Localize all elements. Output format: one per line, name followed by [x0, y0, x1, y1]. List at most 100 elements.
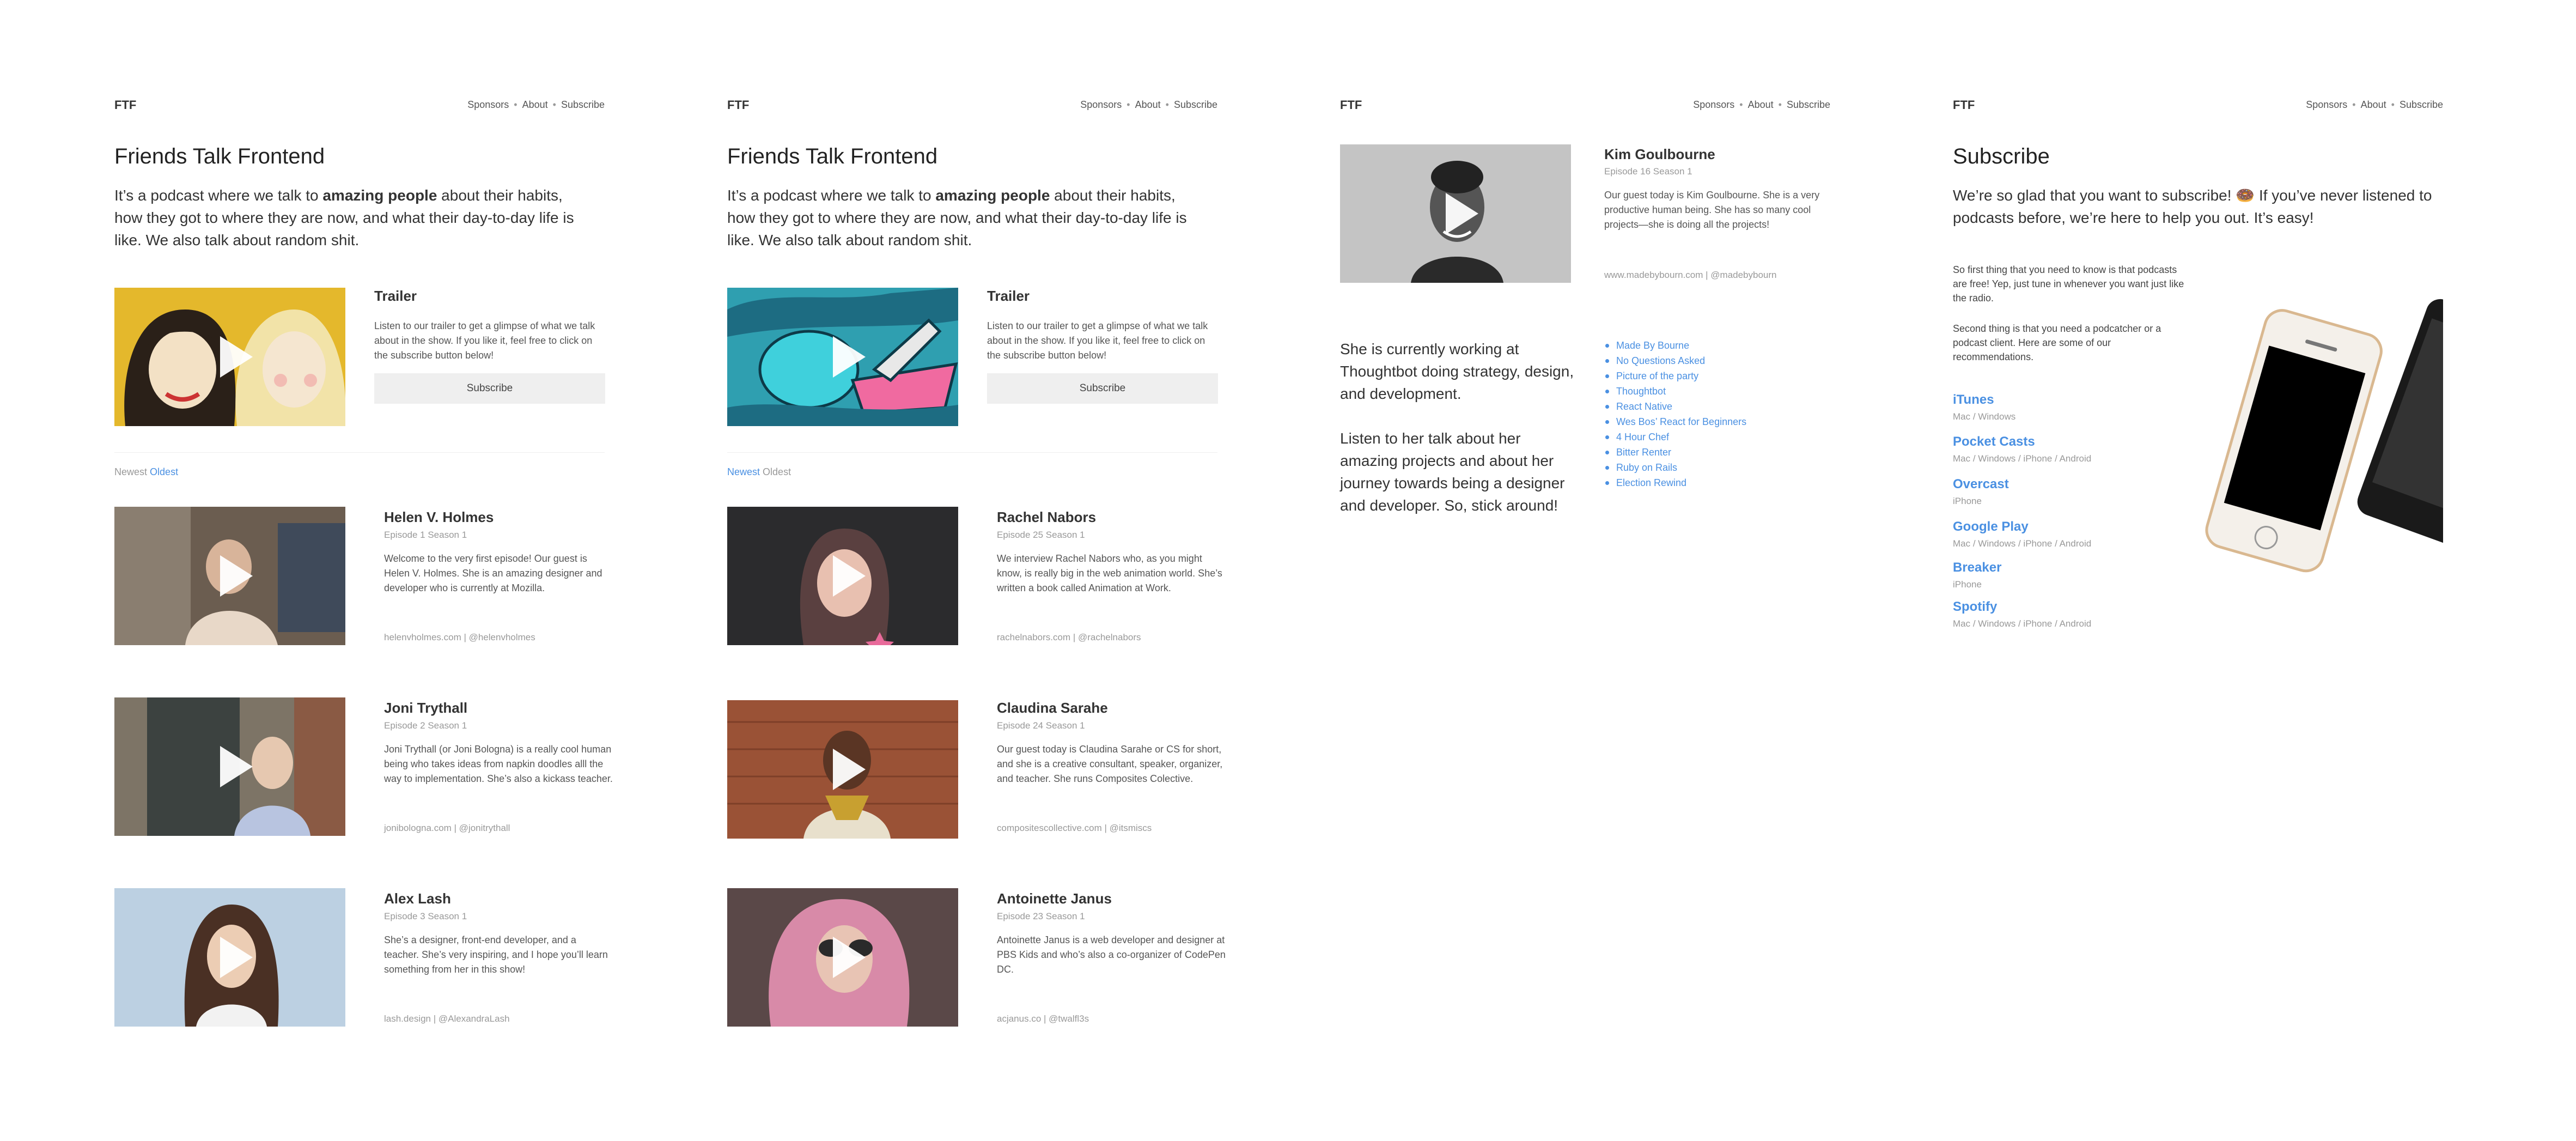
- episode-player[interactable]: [1340, 144, 1571, 283]
- subscribe-intro: We’re so glad that you want to subscribe…: [1953, 187, 2432, 226]
- app-platforms: Mac / Windows / iPhone / Android: [1953, 453, 2092, 464]
- episode-meta: Episode 3 Season 1: [384, 911, 467, 921]
- episode-description: Our guest today is Claudina Sarahe or CS…: [997, 744, 1223, 784]
- nav-sponsors[interactable]: Sponsors: [467, 99, 509, 111]
- nav-sponsors[interactable]: Sponsors: [1080, 99, 1122, 111]
- panel-home-newest: FTF Sponsors • About • Subscribe Friends T…: [727, 0, 1226, 1141]
- nav-about[interactable]: About: [1135, 99, 1161, 111]
- phone-image: [2205, 299, 2443, 573]
- episode-thumbnail[interactable]: [114, 888, 345, 1027]
- episode-links[interactable]: lash.design | @AlexandraLash: [384, 1013, 510, 1024]
- play-icon[interactable]: [220, 746, 253, 787]
- app-link-google-play[interactable]: Google Play: [1953, 519, 2029, 535]
- subscribe-button[interactable]: Subscribe: [374, 373, 605, 404]
- episode-title[interactable]: Helen V. Holmes: [384, 509, 494, 526]
- sort-newest[interactable]: Newest: [727, 466, 760, 477]
- project-link[interactable]: Ruby on Rails: [1604, 460, 1746, 475]
- divider: [114, 452, 605, 453]
- episode-title[interactable]: Claudina Sarahe: [997, 700, 1108, 717]
- sort-oldest[interactable]: Oldest: [150, 466, 178, 477]
- play-icon[interactable]: [833, 937, 866, 978]
- page-title: Subscribe: [1953, 144, 2050, 168]
- nav-subscribe[interactable]: Subscribe: [2400, 99, 2443, 111]
- site-logo[interactable]: FTF: [114, 98, 136, 112]
- sort-toggle: Newest Oldest: [114, 466, 178, 478]
- app-link-pocket-casts[interactable]: Pocket Casts: [1953, 434, 2035, 450]
- guest-links[interactable]: www.madebybourn.com | @madebybourn: [1604, 270, 1777, 281]
- app-link-overcast[interactable]: Overcast: [1953, 477, 2009, 492]
- app-link-breaker[interactable]: Breaker: [1953, 560, 2001, 575]
- site-logo[interactable]: FTF: [1340, 98, 1362, 112]
- project-link[interactable]: No Questions Asked: [1604, 353, 1746, 368]
- about-paragraph: Listen to her talk about her amazing pro…: [1340, 430, 1565, 514]
- project-links: Made By Bourne No Questions Asked Pictur…: [1604, 338, 1746, 490]
- nav-about[interactable]: About: [522, 99, 548, 111]
- site-logo[interactable]: FTF: [1953, 98, 1975, 112]
- episode-links[interactable]: rachelnabors.com | @rachelnabors: [997, 632, 1141, 643]
- intro-highlight: amazing people: [935, 187, 1050, 204]
- episode-links[interactable]: jonibologna.com | @jonitrythall: [384, 823, 510, 834]
- nav-separator: •: [1778, 99, 1782, 110]
- project-link[interactable]: Made By Bourne: [1604, 338, 1746, 353]
- play-icon[interactable]: [833, 749, 866, 790]
- project-link[interactable]: Picture of the party: [1604, 368, 1746, 384]
- nav-subscribe[interactable]: Subscribe: [1174, 99, 1217, 111]
- episode-title[interactable]: Rachel Nabors: [997, 509, 1096, 526]
- episode-title[interactable]: Joni Trythall: [384, 700, 467, 717]
- episode-description: Welcome to the very first episode! Our g…: [384, 553, 602, 593]
- trailer-thumbnail[interactable]: [114, 288, 345, 426]
- sort-oldest[interactable]: Oldest: [763, 466, 791, 477]
- app-link-spotify[interactable]: Spotify: [1953, 599, 1997, 615]
- about-paragraph: She is currently working at Thoughtbot d…: [1340, 341, 1574, 402]
- nav-separator: •: [552, 99, 556, 110]
- play-icon[interactable]: [220, 336, 253, 378]
- nav-subscribe[interactable]: Subscribe: [561, 99, 605, 111]
- trailer-title: Trailer: [987, 288, 1030, 304]
- nav-separator: •: [2352, 99, 2356, 110]
- play-icon[interactable]: [833, 555, 866, 597]
- nav-separator: •: [1126, 99, 1130, 110]
- episode-thumbnail[interactable]: [727, 700, 958, 839]
- episode-links[interactable]: acjanus.co | @twalfl3s: [997, 1013, 1089, 1024]
- panel-home-oldest: FTF Sponsors • About • Subscribe Friends T…: [114, 0, 613, 1141]
- episode-title[interactable]: Antoinette Janus: [997, 890, 1112, 907]
- episode-thumbnail[interactable]: [727, 888, 958, 1027]
- nav-about[interactable]: About: [2361, 99, 2386, 111]
- guest-about: She is currently working at Thoughtbot d…: [1340, 338, 1574, 517]
- play-icon[interactable]: [220, 555, 253, 597]
- intro-part: It’s a podcast where we talk to: [727, 187, 936, 204]
- app-link-itunes[interactable]: iTunes: [1953, 392, 1994, 408]
- nav-sponsors[interactable]: Sponsors: [1693, 99, 1734, 111]
- nav-subscribe[interactable]: Subscribe: [1787, 99, 1830, 111]
- episode-title[interactable]: Alex Lash: [384, 890, 451, 907]
- episode-links[interactable]: compositescollective.com | @itsmiscs: [997, 823, 1152, 834]
- project-link[interactable]: Wes Bos’ React for Beginners: [1604, 414, 1746, 429]
- play-icon[interactable]: [833, 336, 866, 378]
- trailer-thumbnail[interactable]: [727, 288, 958, 426]
- project-link[interactable]: Election Rewind: [1604, 475, 1746, 490]
- project-link[interactable]: 4 Hour Chef: [1604, 429, 1746, 445]
- site-logo[interactable]: FTF: [727, 98, 749, 112]
- play-icon[interactable]: [220, 937, 253, 978]
- project-link[interactable]: Thoughtbot: [1604, 384, 1746, 399]
- episode-thumbnail[interactable]: [114, 507, 345, 645]
- sort-newest[interactable]: Newest: [114, 466, 147, 477]
- trailer-description: Listen to our trailer to get a glimpse o…: [374, 320, 595, 361]
- panel-episode-detail: FTF Sponsors • About • Subscribe Kim Goulb…: [1340, 0, 1830, 1141]
- nav-sponsors[interactable]: Sponsors: [2306, 99, 2347, 111]
- episode-meta: Episode 23 Season 1: [997, 911, 1085, 921]
- subscribe-text: So first thing that you need to know is …: [1953, 264, 2184, 304]
- episode-thumbnail[interactable]: [727, 507, 958, 645]
- episode-links[interactable]: helenvholmes.com | @helenvholmes: [384, 632, 535, 643]
- project-link[interactable]: React Native: [1604, 399, 1746, 414]
- episode-thumbnail[interactable]: [114, 697, 345, 836]
- episode-meta: Episode 1 Season 1: [384, 530, 467, 540]
- subscribe-button[interactable]: Subscribe: [987, 373, 1218, 404]
- divider: [727, 452, 1217, 453]
- play-icon[interactable]: [1446, 193, 1478, 234]
- episode-meta: Episode 24 Season 1: [997, 720, 1085, 731]
- intro-text: It’s a podcast where we talk to amazing …: [727, 184, 1207, 251]
- project-link[interactable]: Bitter Renter: [1604, 445, 1746, 460]
- nav-about[interactable]: About: [1748, 99, 1774, 111]
- episode-description: Joni Trythall (or Joni Bologna) is a rea…: [384, 744, 613, 784]
